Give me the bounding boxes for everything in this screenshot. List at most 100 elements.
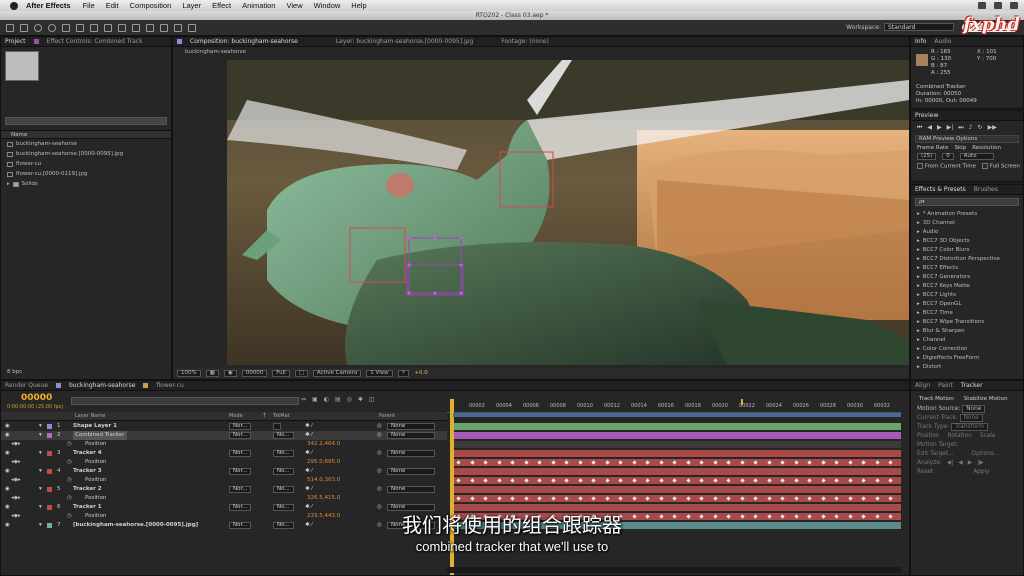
keyframe-marker[interactable] <box>577 496 583 501</box>
first-frame-icon[interactable]: ⏮ <box>917 124 922 132</box>
expand-arrow-icon[interactable]: ▸ <box>917 336 920 345</box>
project-item[interactable]: ▸ Solids <box>1 179 171 189</box>
keyframe-marker[interactable] <box>793 496 799 501</box>
analyze-forward-icon[interactable]: ▶ <box>968 459 972 468</box>
tab-audio[interactable]: Audio <box>934 38 951 45</box>
keyframe-marker[interactable] <box>712 478 718 483</box>
menu-edit[interactable]: Edit <box>106 1 119 10</box>
layer-duration-bar[interactable] <box>454 450 901 457</box>
property-value[interactable]: 514.0,303.0 <box>307 476 340 485</box>
keyframe-marker[interactable] <box>483 478 488 483</box>
edit-target-button[interactable]: Edit Target... <box>917 450 954 459</box>
menu-composition[interactable]: Composition <box>130 1 172 10</box>
expand-arrow-icon[interactable]: ▸ <box>917 354 920 363</box>
brainstorm-icon[interactable]: ✱ <box>358 396 363 403</box>
layer-name[interactable]: Tracker 4 <box>73 449 102 458</box>
next-frame-icon[interactable]: ▶| <box>947 124 954 132</box>
draft-3d-icon[interactable]: ▣ <box>312 396 318 403</box>
effects-category-item[interactable]: ▸ BCC7 Wipe Transitions <box>911 318 1023 327</box>
effects-category-item[interactable]: ▸ Digieffects FreeForm <box>911 354 1023 363</box>
project-item[interactable]: flower-cu.[0000-0119].jpg <box>1 169 171 179</box>
keyframe-marker[interactable] <box>766 460 772 465</box>
keyframe-marker[interactable] <box>564 460 569 465</box>
keyframe-marker[interactable] <box>820 460 826 465</box>
keyframe-marker[interactable] <box>483 460 488 465</box>
keyframe-marker[interactable] <box>537 496 542 501</box>
keyframe-marker[interactable] <box>577 478 583 483</box>
expand-arrow-icon[interactable]: ▸ <box>917 327 920 336</box>
layer-row[interactable]: ◉ ▾ 4 Tracker 3 Nor... No... ✱ ⁄ ◎ None <box>1 467 447 476</box>
hide-shy-icon[interactable]: ◐ <box>324 396 329 403</box>
ram-preview-options-dropdown[interactable]: RAM Preview Options <box>915 135 1019 143</box>
effects-category-item[interactable]: ▸ BCC7 Lights <box>911 291 1023 300</box>
keyframe-marker[interactable] <box>685 496 691 501</box>
effects-category-item[interactable]: ▸ BCC7 OpenGL <box>911 300 1023 309</box>
region-icon[interactable]: ▢ <box>294 369 308 377</box>
effects-category-item[interactable]: ▸ BCC7 Generators <box>911 273 1023 282</box>
keyframe-marker[interactable] <box>834 496 839 501</box>
zoom-tool-icon[interactable] <box>34 23 42 32</box>
layer-name[interactable]: Shape Layer 1 <box>73 422 117 431</box>
composition-viewer[interactable] <box>227 60 909 365</box>
keyframe-marker[interactable] <box>847 478 853 483</box>
layer-duration-bar[interactable] <box>454 423 901 430</box>
rectangle-tool-icon[interactable] <box>90 23 98 32</box>
keyframe-marker[interactable] <box>888 460 893 465</box>
keyframe-marker[interactable] <box>618 478 623 483</box>
project-item[interactable]: flower-cu <box>1 159 171 169</box>
layer-row[interactable]: ◉ ▾ 5 Tracker 2 Nor... No... ✱ ⁄ ◎ None <box>1 485 447 494</box>
hand-tool-icon[interactable] <box>20 23 28 32</box>
track-type-dropdown[interactable]: Transform <box>951 423 988 431</box>
tab-tracker[interactable]: Tracker <box>961 382 983 389</box>
keyframe-marker[interactable] <box>793 460 799 465</box>
full-screen-checkbox[interactable]: Full Screen <box>982 163 1020 170</box>
pan-behind-tool-icon[interactable] <box>76 23 84 32</box>
expand-arrow-icon[interactable]: ▸ <box>917 300 920 309</box>
motion-blur-icon[interactable]: ◎ <box>347 396 352 403</box>
keyframe-marker[interactable] <box>550 460 556 465</box>
keyframe-marker[interactable] <box>604 496 610 501</box>
keyframe-marker[interactable] <box>604 478 610 483</box>
app-name[interactable]: After Effects <box>26 1 71 10</box>
expand-arrow-icon[interactable]: ▸ <box>917 246 920 255</box>
stopwatch-icon[interactable]: ◷ <box>67 494 72 503</box>
keyframe-marker[interactable] <box>793 478 799 483</box>
menu-layer[interactable]: Layer <box>182 1 201 10</box>
keyframe-marker[interactable] <box>631 460 637 465</box>
keyframe-marker[interactable] <box>523 460 529 465</box>
parent-dropdown[interactable]: None <box>387 486 435 493</box>
expand-arrow-icon[interactable]: ▾ <box>39 485 42 494</box>
expand-arrow-icon[interactable]: ▸ <box>917 210 920 219</box>
keyframe-marker[interactable] <box>577 460 583 465</box>
fast-preview-icon[interactable]: ⚡ <box>397 369 410 377</box>
options-button[interactable]: Options... <box>972 450 1000 459</box>
skip-dropdown[interactable]: 0 <box>942 153 954 160</box>
keyframe-marker[interactable] <box>820 478 826 483</box>
workspace-dropdown[interactable]: Standard <box>884 23 954 31</box>
keyframe-marker[interactable] <box>861 496 866 501</box>
ram-preview-icon[interactable]: ▶▶ <box>988 124 997 132</box>
keyframe-marker[interactable] <box>456 460 461 465</box>
property-value[interactable]: 295.0,695.0 <box>307 458 340 467</box>
keyframe-marker[interactable] <box>861 478 866 483</box>
brush-tool-icon[interactable] <box>132 23 140 32</box>
keyframe-nav-icon[interactable]: ◂◆▸ <box>11 440 21 449</box>
property-row[interactable]: ◂◆▸ ◷ Position 342.2,464.0 <box>1 440 447 449</box>
keyframe-marker[interactable] <box>645 460 650 465</box>
keyframe-marker[interactable] <box>712 460 718 465</box>
bit-depth-button[interactable]: 8 bpc <box>7 369 22 375</box>
parent-dropdown[interactable]: None <box>387 450 435 457</box>
keyframe-marker[interactable] <box>820 496 826 501</box>
keyframe-marker[interactable] <box>510 496 515 501</box>
graph-editor-icon[interactable]: ◫ <box>369 396 375 403</box>
keyframe-marker[interactable] <box>847 460 853 465</box>
expand-arrow-icon[interactable]: ▸ <box>917 282 920 291</box>
effects-category-item[interactable]: ▸ Audio <box>911 228 1023 237</box>
layer-row[interactable]: ◉ ▾ 1 Shape Layer 1 Nor... ✱ ⁄ ◎ None <box>1 422 447 431</box>
parent-pickwhip-icon[interactable]: ◎ <box>377 449 382 458</box>
effects-category-item[interactable]: ▸ Channel <box>911 336 1023 345</box>
switches-icons[interactable]: ✱ ⁄ <box>305 431 312 440</box>
keyframe-marker[interactable] <box>874 478 880 483</box>
keyframe-marker[interactable] <box>631 478 637 483</box>
keyframe-marker[interactable] <box>766 478 772 483</box>
